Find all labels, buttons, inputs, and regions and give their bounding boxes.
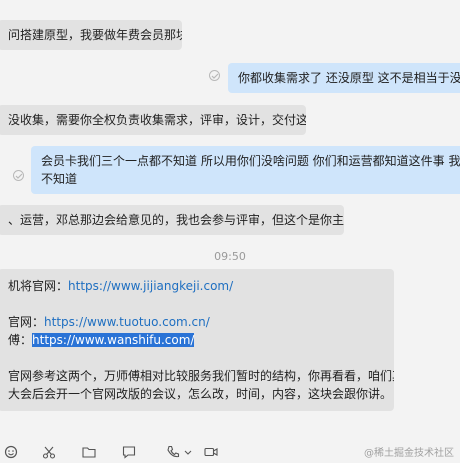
message-bubble-received[interactable]: 问搭建原型，我要做年费会员那块了 <box>0 20 182 50</box>
message-text-line: 会员卡我们三个一点都不知道 所以用你们没啥问题 你们和运营都知道这件事 我们啥 <box>41 154 460 168</box>
message-text: 问搭建原型，我要做年费会员那块了 <box>8 28 182 42</box>
read-receipt-icon <box>13 170 24 181</box>
read-receipt-icon <box>209 70 220 81</box>
message-text-line: 官网参考这两个，万师傅相对比较服务我们暂时的结构，你再看看，咱们其他。 <box>8 369 394 383</box>
watermark: @稀土掘金技术社区 <box>364 448 454 459</box>
message-text-line: 不知道 <box>41 172 78 186</box>
url-link[interactable]: https://www.tuotuo.com.cn/ <box>44 315 210 329</box>
message-text-line: 大会后会开一个官网改版的会议，怎么改，时间，内容，这块会跟你讲。 <box>8 387 393 401</box>
scissors-icon[interactable] <box>42 444 56 459</box>
folder-icon[interactable] <box>82 444 96 458</box>
message-bubble-received[interactable]: 机将官网：https://www.jijiangkeji.com/ 官网：htt… <box>0 269 394 411</box>
site-label: 官网： <box>8 315 45 329</box>
chat-bubble-icon[interactable] <box>122 444 136 459</box>
message-bubble-received[interactable]: 、运营，邓总那边会给意见的，我也会参与评审，但这个是你主导了 <box>0 205 344 235</box>
message-timestamp: 09:50 <box>214 250 246 263</box>
message-text: 没收集，需要你全权负责收集需求，评审，设计，交付这块。 <box>8 113 306 127</box>
message-bubble-sent[interactable]: 你都收集需求了 还没原型 这不是相当于没说 <box>228 63 460 93</box>
message-bubble-received[interactable]: 没收集，需要你全权负责收集需求，评审，设计，交付这块。 <box>0 105 306 135</box>
message-bubble-sent[interactable]: 会员卡我们三个一点都不知道 所以用你们没啥问题 你们和运营都知道这件事 我们啥 … <box>31 146 460 194</box>
message-text-line: 官网：https://www.tuotuo.com.cn/ <box>8 313 384 331</box>
video-icon[interactable] <box>204 444 218 458</box>
emoji-icon[interactable] <box>4 444 18 459</box>
message-text: 、运营，邓总那边会给意见的，我也会参与评审，但这个是你主导了 <box>8 213 344 227</box>
message-text-line: 傅：https://www.wanshifu.com/ <box>8 331 384 349</box>
chat-window: 问搭建原型，我要做年费会员那块了 你都收集需求了 还没原型 这不是相当于没说 没… <box>0 0 460 460</box>
message-text: 你都收集需求了 还没原型 这不是相当于没说 <box>238 71 460 85</box>
message-text-line: 机将官网：https://www.jijiangkeji.com/ <box>8 277 384 295</box>
url-link-selected[interactable]: https://www.wanshifu.com/ <box>32 333 195 347</box>
site-label: 机将官网： <box>8 279 69 293</box>
chevron-down-icon[interactable] <box>184 444 192 458</box>
phone-icon[interactable] <box>166 444 180 458</box>
site-label: 傅： <box>8 333 33 347</box>
url-link[interactable]: https://www.jijiangkeji.com/ <box>68 279 233 293</box>
